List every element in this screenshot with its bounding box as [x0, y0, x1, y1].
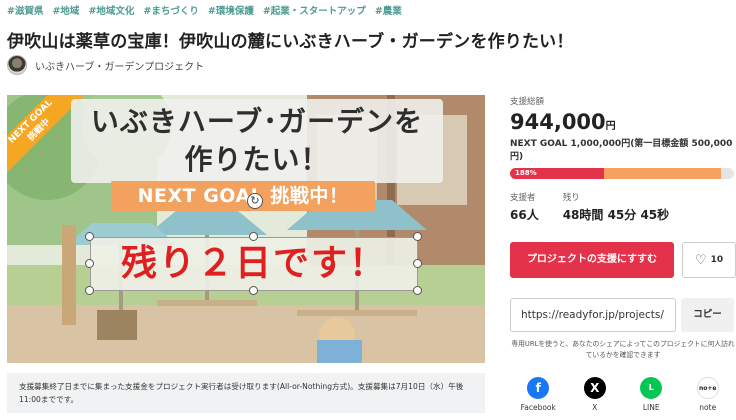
- x-icon[interactable]: X: [583, 377, 606, 399]
- share-label: Facebook: [520, 403, 556, 412]
- share-url-field[interactable]: https://readyfor.jp/projects/: [510, 298, 676, 332]
- tag-link[interactable]: #地域文化: [88, 3, 134, 17]
- funding-notice: 支援募集終了日までに集まった支援金をプロジェクト実行者は受け取ります(All-o…: [7, 373, 485, 413]
- total-label: 支援総額: [510, 97, 545, 107]
- remaining-label: 残り: [562, 193, 580, 203]
- resize-handle[interactable]: [85, 286, 94, 295]
- favorite-button[interactable]: ♡ 10: [682, 242, 736, 278]
- remaining-stat: 残り 48時間 45分 45秒: [563, 191, 669, 223]
- facebook-icon[interactable]: f: [527, 377, 550, 399]
- hero-title-line: 作りたい！: [184, 143, 330, 176]
- progress-bar: 188%: [510, 168, 734, 179]
- share-label: note: [699, 403, 717, 412]
- tag-link[interactable]: #環境保護: [208, 3, 254, 17]
- supporters-label: 支援者: [510, 193, 536, 203]
- hero-title: いぶきハーブ･ガーデンを 作りたい！: [71, 103, 443, 179]
- share-note[interactable]: no+e note: [680, 377, 736, 412]
- owner-name[interactable]: いぶきハーブ・ガーデンプロジェクト: [35, 58, 204, 73]
- copy-button[interactable]: コピー: [681, 298, 734, 332]
- tag-link[interactable]: #滋賀県: [7, 3, 43, 17]
- tag-link[interactable]: #地域: [52, 3, 79, 17]
- tag-link[interactable]: #まちづくり: [143, 3, 198, 17]
- share-label: X: [592, 403, 598, 412]
- share-url-row: https://readyfor.jp/projects/ コピー: [510, 298, 736, 332]
- resize-handle[interactable]: [85, 259, 94, 268]
- share-x[interactable]: X X: [567, 377, 624, 412]
- support-button[interactable]: プロジェクトの支援にすすむ: [510, 242, 674, 278]
- tag-link[interactable]: #起業・スタートアップ: [263, 3, 366, 17]
- next-goal-text: NEXT GOAL 1,000,000円(第一目標金額 500,000円): [510, 139, 733, 162]
- resize-handle[interactable]: [249, 286, 258, 295]
- resize-handle[interactable]: [249, 232, 258, 241]
- project-owner[interactable]: いぶきハーブ・ガーデンプロジェクト: [7, 55, 204, 75]
- resize-handle[interactable]: [413, 232, 422, 241]
- resize-handle[interactable]: [85, 232, 94, 241]
- note-icon[interactable]: no+e: [696, 377, 719, 399]
- action-row: プロジェクトの支援にすすむ ♡ 10: [510, 242, 736, 278]
- favorite-count: 10: [710, 255, 724, 265]
- total-amount: 944,000円: [510, 110, 736, 134]
- hero-title-line: いぶきハーブ･ガーデンを: [90, 105, 424, 138]
- share-buttons: f Facebook X X L LINE no+e note: [510, 377, 736, 412]
- avatar[interactable]: [7, 55, 27, 75]
- progress-percent: 188%: [515, 169, 537, 177]
- stats-row: 支援者 66人 残り 48時間 45分 45秒: [510, 191, 736, 223]
- resize-handle[interactable]: [413, 259, 422, 268]
- share-url-help: 専用URLを使うと、あなたのシェアによってこのプロジェクトに何人訪れているかを確…: [511, 340, 735, 359]
- amount-value: 944,000: [510, 110, 606, 134]
- heart-icon: ♡: [694, 252, 707, 268]
- next-goal-banner: NEXT GOAL 挑戦中！: [111, 181, 375, 211]
- rotate-handle-icon[interactable]: ↻: [247, 193, 263, 209]
- remaining-days-text: 残り２日です！: [120, 243, 387, 284]
- share-label: LINE: [642, 403, 660, 412]
- currency-unit: 円: [605, 121, 616, 132]
- supporters-stat: 支援者 66人: [510, 191, 539, 223]
- supporters-value: 66人: [510, 208, 539, 222]
- tag-list: #滋賀県 #地域 #地域文化 #まちづくり #環境保護 #起業・スタートアップ …: [7, 3, 402, 17]
- tag-link[interactable]: #農業: [375, 3, 402, 17]
- remaining-value: 48時間 45分 45秒: [562, 208, 670, 222]
- project-title: 伊吹山は薬草の宝庫！伊吹山の麓にいぶきハーブ・ガーデンを作りたい！: [7, 32, 574, 52]
- funding-sidebar: 支援総額 944,000円 NEXT GOAL 1,000,000円(第一目標金…: [510, 95, 736, 412]
- share-facebook[interactable]: f Facebook: [510, 377, 567, 412]
- hero-image: NEXT GOAL 挑戦中 いぶきハーブ･ガーデンを 作りたい！ NEXT GO…: [7, 95, 485, 363]
- resize-handle[interactable]: [413, 286, 422, 295]
- line-icon[interactable]: L: [640, 377, 663, 399]
- share-line[interactable]: L LINE: [623, 377, 680, 412]
